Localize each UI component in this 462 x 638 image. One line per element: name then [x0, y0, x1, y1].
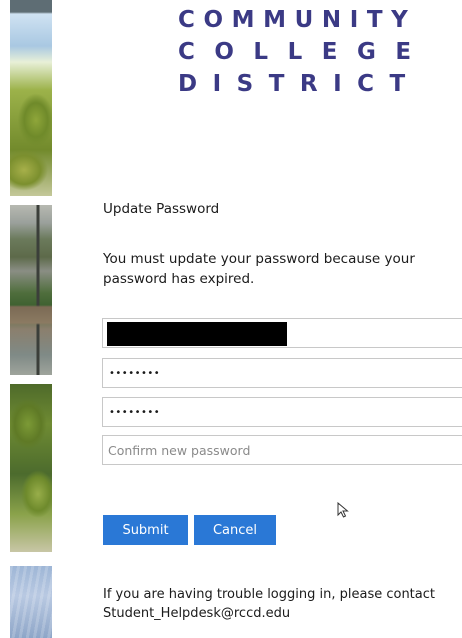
confirm-password-input[interactable] [103, 436, 462, 464]
submit-button[interactable]: Submit [103, 515, 188, 545]
district-logo: COMMUNITY COLLEGE DISTRICT [178, 4, 431, 100]
confirm-password-field[interactable] [102, 435, 462, 465]
logo-line-college: COLLEGE [178, 39, 431, 65]
redacted-username [107, 322, 287, 346]
mouse-pointer-icon [337, 502, 349, 518]
logo-line-district: DISTRICT [178, 71, 421, 97]
old-password-mask: •••••••• [109, 368, 161, 379]
help-contact-text: If you are having trouble logging in, pl… [103, 585, 453, 623]
campus-photo-sky [10, 566, 52, 638]
cancel-button[interactable]: Cancel [194, 515, 276, 545]
new-password-field[interactable]: •••••••• [102, 397, 462, 427]
old-password-field[interactable]: •••••••• [102, 358, 462, 388]
password-update-page: COMMUNITY COLLEGE DISTRICT Update Passwo… [0, 0, 462, 638]
help-text: If you are having trouble logging in, pl… [103, 587, 435, 602]
campus-photo-buildings [10, 205, 52, 375]
username-field[interactable] [102, 318, 462, 348]
expired-password-message: You must update your password because yo… [103, 251, 415, 287]
logo-line-community: COMMUNITY [178, 7, 417, 33]
campus-photo-strip [10, 0, 52, 638]
campus-photo-trees [10, 0, 52, 196]
new-password-mask: •••••••• [109, 407, 161, 418]
helpdesk-email: Student_Helpdesk@rccd.edu [103, 606, 291, 621]
campus-photo-garden [10, 384, 52, 552]
page-title: Update Password [103, 201, 220, 217]
